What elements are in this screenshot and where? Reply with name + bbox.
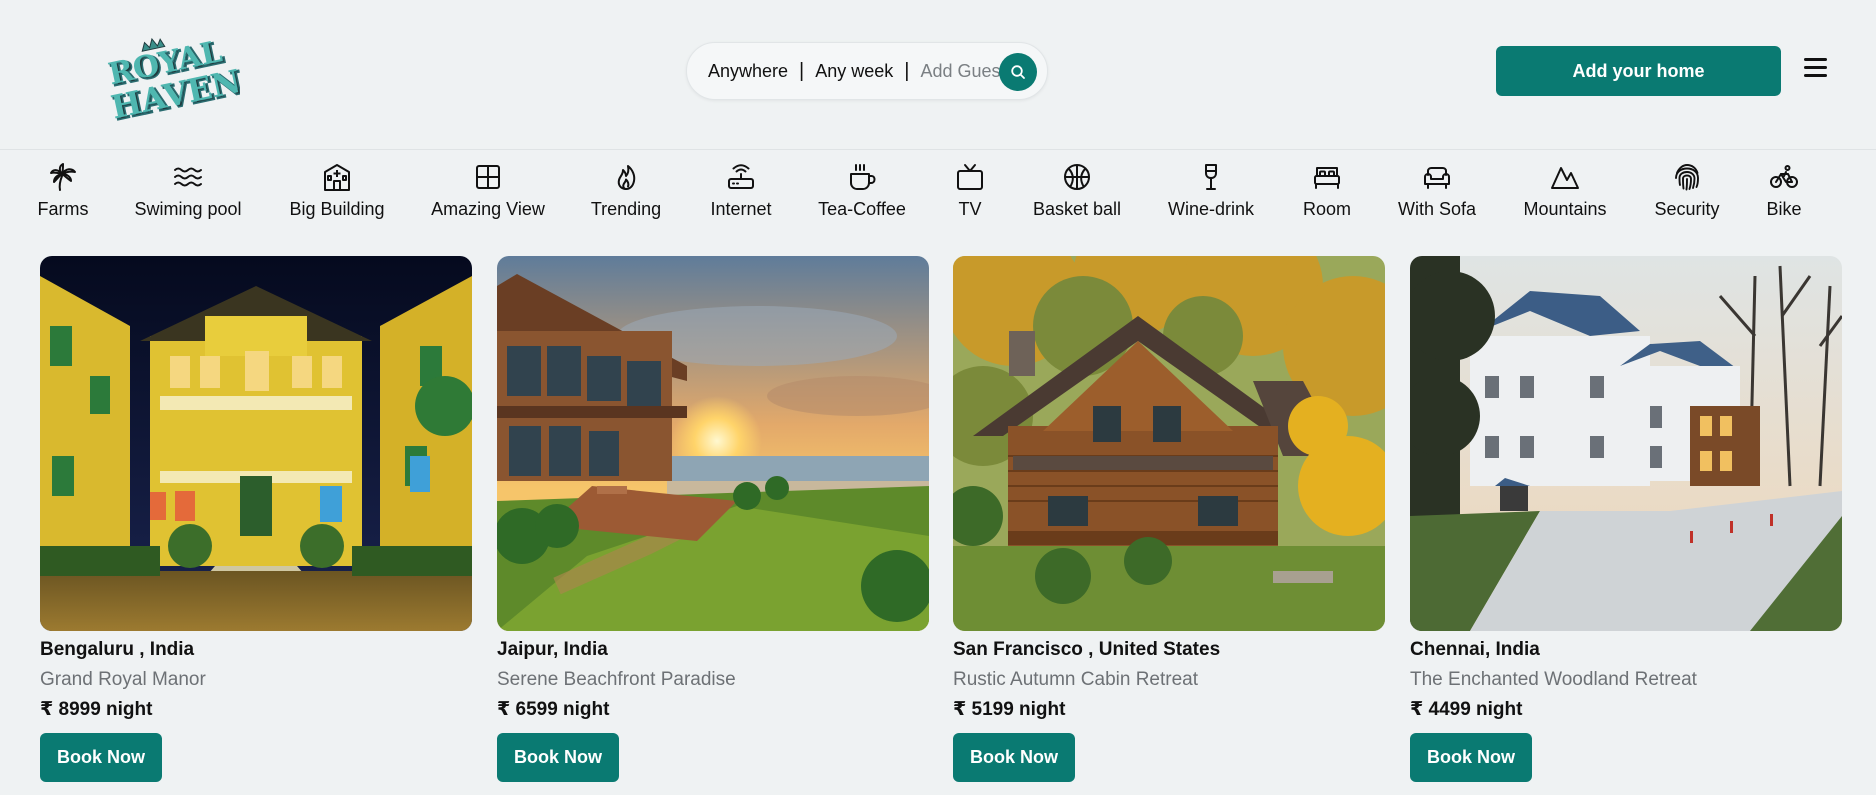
search-separator: | xyxy=(799,59,805,82)
beachfront-house-sunset-photo[interactable] xyxy=(497,256,929,631)
listing-title: Grand Royal Manor xyxy=(40,669,206,690)
router-icon xyxy=(724,160,758,194)
category-with-sofa[interactable]: With Sofa xyxy=(1397,160,1477,224)
search-bar[interactable]: Anywhere | Any week | Add Guest xyxy=(686,42,1048,100)
search-button[interactable] xyxy=(999,53,1037,91)
listing-location: Bengaluru , India xyxy=(40,639,195,660)
search-where[interactable]: Anywhere xyxy=(708,61,788,82)
sofa-icon xyxy=(1420,160,1454,194)
search-when[interactable]: Any week xyxy=(815,61,893,82)
book-now-button[interactable]: Book Now xyxy=(1410,733,1532,782)
search-icon xyxy=(1011,65,1025,79)
white-house-woodland-photo[interactable] xyxy=(1410,256,1842,631)
category-swiming-pool[interactable]: Swiming pool xyxy=(134,160,242,224)
search-separator: | xyxy=(904,59,910,82)
log-cabin-autumn-photo[interactable] xyxy=(953,256,1385,631)
royal-haven-logo[interactable]: ROYAL ROYAL HAVEN HAVEN xyxy=(100,28,240,123)
waves-icon xyxy=(171,160,205,194)
basketball-icon xyxy=(1060,160,1094,194)
yellow-mansion-night-photo[interactable] xyxy=(40,256,472,631)
listing-location: San Francisco , United States xyxy=(953,639,1221,660)
book-now-button[interactable]: Book Now xyxy=(497,733,619,782)
category-label: With Sofa xyxy=(1397,199,1477,219)
category-wine-drink[interactable]: Wine-drink xyxy=(1167,160,1255,224)
window-grid-icon xyxy=(471,160,505,194)
category-label: Bike xyxy=(1766,199,1802,219)
hamburger-menu-icon[interactable] xyxy=(1804,58,1828,82)
category-label: TV xyxy=(958,199,982,219)
building-icon xyxy=(320,160,354,194)
category-basket-ball[interactable]: Basket ball xyxy=(1032,160,1122,224)
listing-title: Rustic Autumn Cabin Retreat xyxy=(953,669,1199,690)
top-header: ROYAL ROYAL HAVEN HAVEN Anywhere | Any w… xyxy=(0,0,1876,150)
listing-card[interactable]: Chennai, India The Enchanted Woodland Re… xyxy=(1410,256,1842,782)
palm-tree-icon xyxy=(46,160,80,194)
category-label: Farms xyxy=(37,199,89,219)
wine-glass-icon xyxy=(1194,160,1228,194)
listing-location: Chennai, India xyxy=(1410,639,1540,660)
listing-location: Jaipur, India xyxy=(497,639,608,660)
category-trending[interactable]: Trending xyxy=(590,160,662,224)
fingerprint-icon xyxy=(1670,160,1704,194)
category-label: Amazing View xyxy=(431,199,545,219)
flame-icon xyxy=(609,160,643,194)
listing-card[interactable]: Bengaluru , India Grand Royal Manor ₹ 89… xyxy=(40,256,472,782)
category-amazing-view[interactable]: Amazing View xyxy=(431,160,545,224)
category-tea-coffee[interactable]: Tea-Coffee xyxy=(818,160,906,224)
mountain-icon xyxy=(1548,160,1582,194)
tv-icon xyxy=(953,160,987,194)
bed-icon xyxy=(1310,160,1344,194)
category-internet[interactable]: Internet xyxy=(710,160,772,224)
category-label: Swiming pool xyxy=(134,199,242,219)
category-tv[interactable]: TV xyxy=(953,160,987,224)
listing-card[interactable]: Jaipur, India Serene Beachfront Paradise… xyxy=(497,256,929,782)
coffee-cup-icon xyxy=(845,160,879,194)
category-label: Wine-drink xyxy=(1167,199,1255,219)
listing-title: The Enchanted Woodland Retreat xyxy=(1410,669,1697,690)
category-security[interactable]: Security xyxy=(1654,160,1720,224)
category-bike[interactable]: Bike xyxy=(1765,160,1803,224)
search-guests[interactable]: Add Guest xyxy=(921,61,1006,82)
category-label: Big Building xyxy=(289,199,385,219)
category-mountains[interactable]: Mountains xyxy=(1523,160,1607,224)
listing-title: Serene Beachfront Paradise xyxy=(497,669,736,690)
book-now-button[interactable]: Book Now xyxy=(953,733,1075,782)
bike-icon xyxy=(1767,160,1801,194)
book-now-button[interactable]: Book Now xyxy=(40,733,162,782)
category-farms[interactable]: Farms xyxy=(37,160,89,224)
listing-card[interactable]: San Francisco , United States Rustic Aut… xyxy=(953,256,1385,782)
category-label: Mountains xyxy=(1523,199,1607,219)
category-label: Tea-Coffee xyxy=(818,199,906,219)
add-your-home-button[interactable]: Add your home xyxy=(1496,46,1781,96)
category-label: Internet xyxy=(710,199,772,219)
category-label: Basket ball xyxy=(1032,199,1122,219)
category-big-building[interactable]: Big Building xyxy=(289,160,385,224)
listing-price: ₹ 4499 night xyxy=(1410,699,1523,720)
listing-price: ₹ 5199 night xyxy=(953,699,1066,720)
category-label: Security xyxy=(1654,199,1720,219)
category-label: Room xyxy=(1303,199,1352,219)
listing-price: ₹ 8999 night xyxy=(40,699,153,720)
listing-price: ₹ 6599 night xyxy=(497,699,610,720)
category-room[interactable]: Room xyxy=(1303,160,1351,224)
category-label: Trending xyxy=(590,199,662,219)
